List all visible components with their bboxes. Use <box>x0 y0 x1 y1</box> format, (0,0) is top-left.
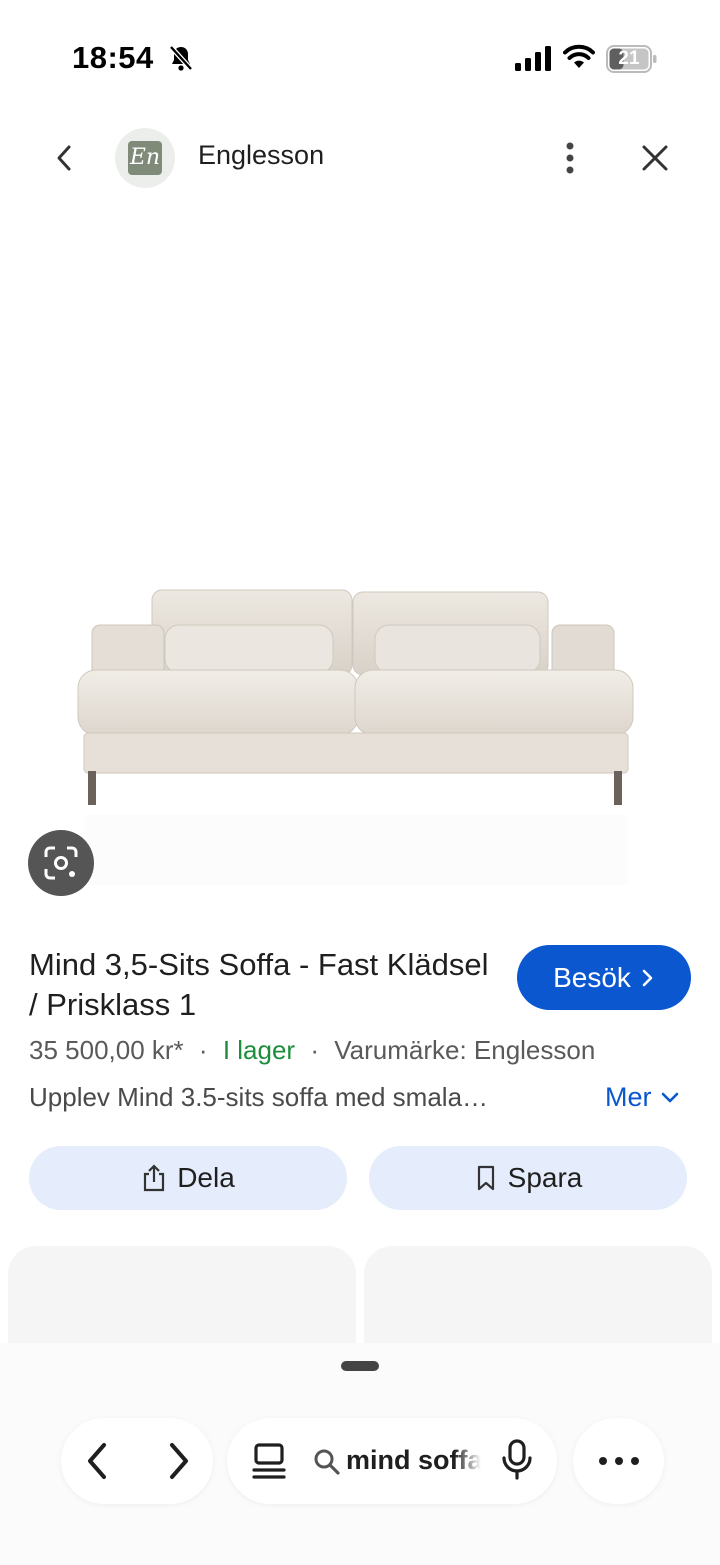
tabs-icon[interactable] <box>248 1440 290 1482</box>
separator: · <box>198 1035 208 1065</box>
more-vert-icon[interactable] <box>550 135 590 181</box>
lens-button[interactable] <box>28 830 94 896</box>
battery-icon: 21 <box>606 45 658 73</box>
back-icon[interactable] <box>42 135 88 181</box>
more-button[interactable]: Mer <box>605 1082 680 1113</box>
product-image[interactable] <box>0 215 720 905</box>
share-button[interactable]: Dela <box>29 1146 347 1210</box>
bell-slash-icon <box>169 45 193 71</box>
chevron-right-icon <box>642 969 653 986</box>
status-time: 18:54 <box>72 40 154 75</box>
stock-status: I lager <box>222 1035 296 1065</box>
wifi-icon <box>563 44 595 68</box>
site-logo[interactable]: En <box>115 128 175 188</box>
separator: · <box>310 1035 319 1065</box>
share-label: Dela <box>177 1162 235 1193</box>
related-card[interactable] <box>8 1246 356 1356</box>
signal-icon <box>515 46 551 71</box>
product-title: Mind 3,5-Sits Soffa - Fast Klädsel / Pri… <box>29 947 489 1022</box>
site-logo-mark: En <box>128 141 162 175</box>
bookmark-icon <box>477 1165 494 1191</box>
mic-icon[interactable] <box>497 1438 537 1482</box>
chevron-down-icon <box>661 1092 678 1102</box>
search-query[interactable]: mind soffa <box>346 1445 481 1476</box>
battery-level: 21 <box>618 48 640 69</box>
search-icon <box>314 1449 340 1475</box>
save-button[interactable]: Spara <box>369 1146 687 1210</box>
nav-back-icon[interactable] <box>74 1436 124 1486</box>
close-icon[interactable] <box>632 135 678 181</box>
lens-icon <box>44 846 78 880</box>
share-icon <box>144 1164 165 1192</box>
save-label: Spara <box>507 1162 583 1193</box>
product-brand: Varumärke: Englesson <box>334 1035 596 1065</box>
more-label: Mer <box>605 1082 652 1112</box>
visit-label: Besök <box>553 961 631 993</box>
related-card[interactable] <box>364 1246 712 1356</box>
more-horiz-icon <box>598 1457 639 1465</box>
more-horiz-button[interactable] <box>573 1418 664 1504</box>
visit-button[interactable]: Besök <box>517 945 691 1010</box>
product-price: 35 500,00 kr* <box>29 1035 184 1065</box>
nav-forward-icon[interactable] <box>152 1436 202 1486</box>
product-meta: 35 500,00 kr* · I lager · Varumärke: Eng… <box>29 1035 595 1066</box>
sheet-handle[interactable] <box>341 1361 379 1371</box>
site-name[interactable]: Englesson <box>198 140 324 171</box>
product-description: Upplev Mind 3.5-sits soffa med smala… <box>29 1082 489 1112</box>
